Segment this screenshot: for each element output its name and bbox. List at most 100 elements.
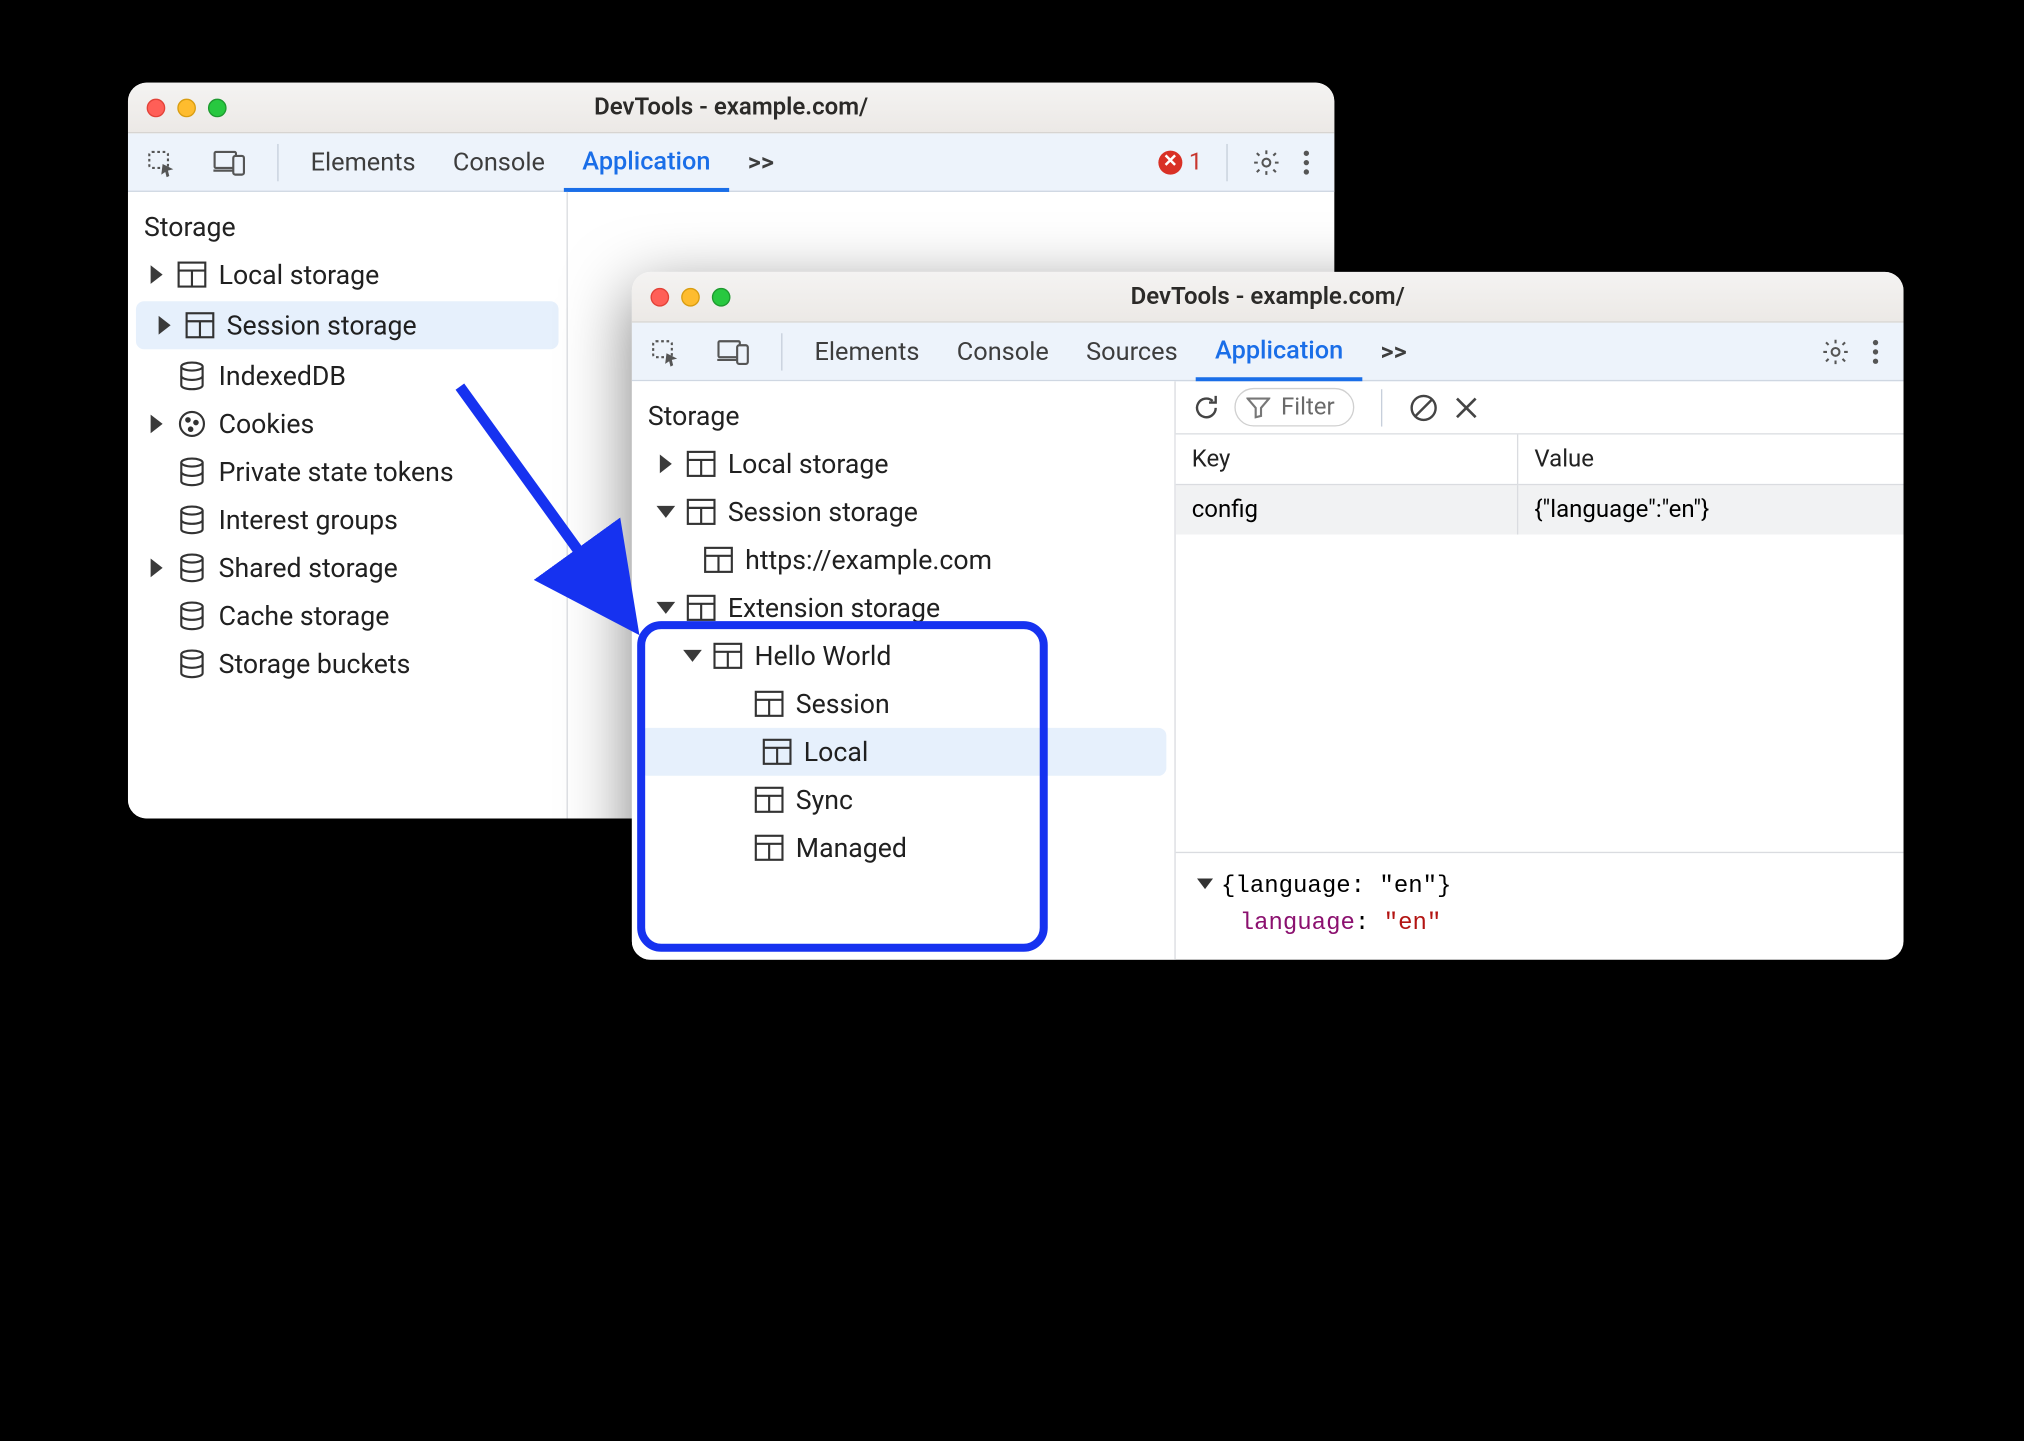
tabs-overflow[interactable]: >> xyxy=(1362,323,1426,380)
close-button[interactable] xyxy=(147,98,166,117)
tree-extension-hello-world[interactable]: Hello World xyxy=(632,632,1175,680)
tree-cookies[interactable]: Cookies xyxy=(128,400,567,448)
tree-label: Cache storage xyxy=(219,600,390,632)
gear-icon[interactable] xyxy=(1821,337,1850,366)
filter-input[interactable]: Filter xyxy=(1234,388,1354,427)
refresh-icon[interactable] xyxy=(1192,393,1221,422)
tab-elements[interactable]: Elements xyxy=(796,323,938,380)
kebab-menu-icon[interactable] xyxy=(1861,337,1890,366)
window-controls xyxy=(651,287,731,306)
tree-label: Session xyxy=(796,688,890,720)
tree-label: Managed xyxy=(796,832,907,864)
table-row[interactable]: config {"language":"en"} xyxy=(1176,485,1904,535)
tree-label: https://example.com xyxy=(745,544,992,576)
tree-ext-session[interactable]: Session xyxy=(632,680,1175,728)
separator xyxy=(1381,389,1382,426)
col-value[interactable]: Value xyxy=(1518,435,1904,485)
storage-table: Key Value config {"language":"en"} xyxy=(1176,435,1904,535)
cookie-icon xyxy=(177,409,206,438)
device-toolbar-icon[interactable] xyxy=(698,323,767,380)
tree-label: Private state tokens xyxy=(219,456,454,488)
cell-value: {"language":"en"} xyxy=(1518,485,1904,535)
tab-sources[interactable]: Sources xyxy=(1067,323,1196,380)
tree-label: Sync xyxy=(796,784,853,816)
inspect-element-icon[interactable] xyxy=(128,133,195,190)
tree-ext-sync[interactable]: Sync xyxy=(632,776,1175,824)
tree-local-storage[interactable]: Local storage xyxy=(632,440,1175,488)
database-icon xyxy=(177,457,206,486)
tree-storage-buckets[interactable]: Storage buckets xyxy=(128,640,567,688)
tab-application[interactable]: Application xyxy=(564,134,730,191)
window-controls xyxy=(147,98,227,117)
table-icon xyxy=(762,737,791,766)
tab-application[interactable]: Application xyxy=(1196,323,1362,380)
col-key[interactable]: Key xyxy=(1176,435,1518,485)
tree-shared-storage[interactable]: Shared storage xyxy=(128,544,567,592)
maximize-button[interactable] xyxy=(208,98,227,117)
minimize-button[interactable] xyxy=(681,287,700,306)
tree-session-storage[interactable]: Session storage xyxy=(136,301,559,349)
minimize-button[interactable] xyxy=(177,98,196,117)
delete-icon[interactable] xyxy=(1452,393,1481,422)
tree-label: Interest groups xyxy=(219,504,398,536)
table-icon xyxy=(686,449,715,478)
devtools-window-after: DevTools - example.com/ Elements Console… xyxy=(632,272,1904,960)
tree-label: Cookies xyxy=(219,408,315,440)
tree-label: Local xyxy=(804,736,869,768)
separator xyxy=(277,143,278,180)
device-toolbar-icon[interactable] xyxy=(195,133,264,190)
tree-interest-groups[interactable]: Interest groups xyxy=(128,496,567,544)
inspect-element-icon[interactable] xyxy=(632,323,699,380)
table-icon xyxy=(686,497,715,526)
tree-label: Extension storage xyxy=(728,592,940,624)
tree-extension-storage[interactable]: Extension storage xyxy=(632,584,1175,632)
tree-ext-managed[interactable]: Managed xyxy=(632,824,1175,872)
tree-label: Session storage xyxy=(227,309,417,341)
cell-key: config xyxy=(1176,485,1518,535)
database-icon xyxy=(177,361,206,390)
filter-placeholder: Filter xyxy=(1281,393,1335,421)
tab-console[interactable]: Console xyxy=(938,323,1067,380)
database-icon xyxy=(177,601,206,630)
tree-session-storage[interactable]: Session storage xyxy=(632,488,1175,536)
tree-cache-storage[interactable]: Cache storage xyxy=(128,592,567,640)
tree-label: IndexedDB xyxy=(219,360,346,392)
tree-label: Local storage xyxy=(219,259,380,291)
table-icon xyxy=(177,260,206,289)
close-button[interactable] xyxy=(651,287,670,306)
tree-label: Shared storage xyxy=(219,552,398,584)
maximize-button[interactable] xyxy=(712,287,731,306)
tree-label: Storage buckets xyxy=(219,648,411,680)
tab-console[interactable]: Console xyxy=(434,133,563,190)
inspector-summary[interactable]: {language: "en"} xyxy=(1197,869,1882,906)
storage-sidebar: Storage Local storage Session storage xyxy=(128,192,568,819)
tree-ext-local[interactable]: Local xyxy=(640,728,1167,776)
tree-label: Local storage xyxy=(728,448,889,480)
error-count[interactable]: ✕1 xyxy=(1158,148,1202,176)
chevron-down-icon[interactable] xyxy=(1197,879,1213,890)
table-icon xyxy=(754,833,783,862)
table-icon xyxy=(704,545,733,574)
separator xyxy=(1226,143,1227,180)
tabs-overflow[interactable]: >> xyxy=(729,133,793,190)
window-title: DevTools - example.com/ xyxy=(632,283,1904,311)
tree-indexeddb[interactable]: IndexedDB xyxy=(128,352,567,400)
gear-icon[interactable] xyxy=(1252,147,1281,176)
value-inspector: {language: "en"} language: "en" xyxy=(1176,852,1904,960)
tree-label: Session storage xyxy=(728,496,918,528)
table-icon xyxy=(754,785,783,814)
clear-icon[interactable] xyxy=(1409,393,1438,422)
tree-local-storage[interactable]: Local storage xyxy=(128,251,567,299)
database-icon xyxy=(177,505,206,534)
inspector-property[interactable]: language: "en" xyxy=(1197,907,1882,944)
table-icon xyxy=(754,689,783,718)
storage-heading: Storage xyxy=(128,192,567,251)
storage-sidebar: Storage Local storage Session storage ht… xyxy=(632,381,1176,960)
table-icon xyxy=(686,593,715,622)
kebab-menu-icon[interactable] xyxy=(1292,147,1321,176)
tree-private-state-tokens[interactable]: Private state tokens xyxy=(128,448,567,496)
devtools-tabstrip: Elements Console Application >> ✕1 xyxy=(128,133,1334,192)
tab-elements[interactable]: Elements xyxy=(292,133,434,190)
devtools-tabstrip: Elements Console Sources Application >> xyxy=(632,323,1904,382)
tree-session-origin[interactable]: https://example.com xyxy=(632,536,1175,584)
